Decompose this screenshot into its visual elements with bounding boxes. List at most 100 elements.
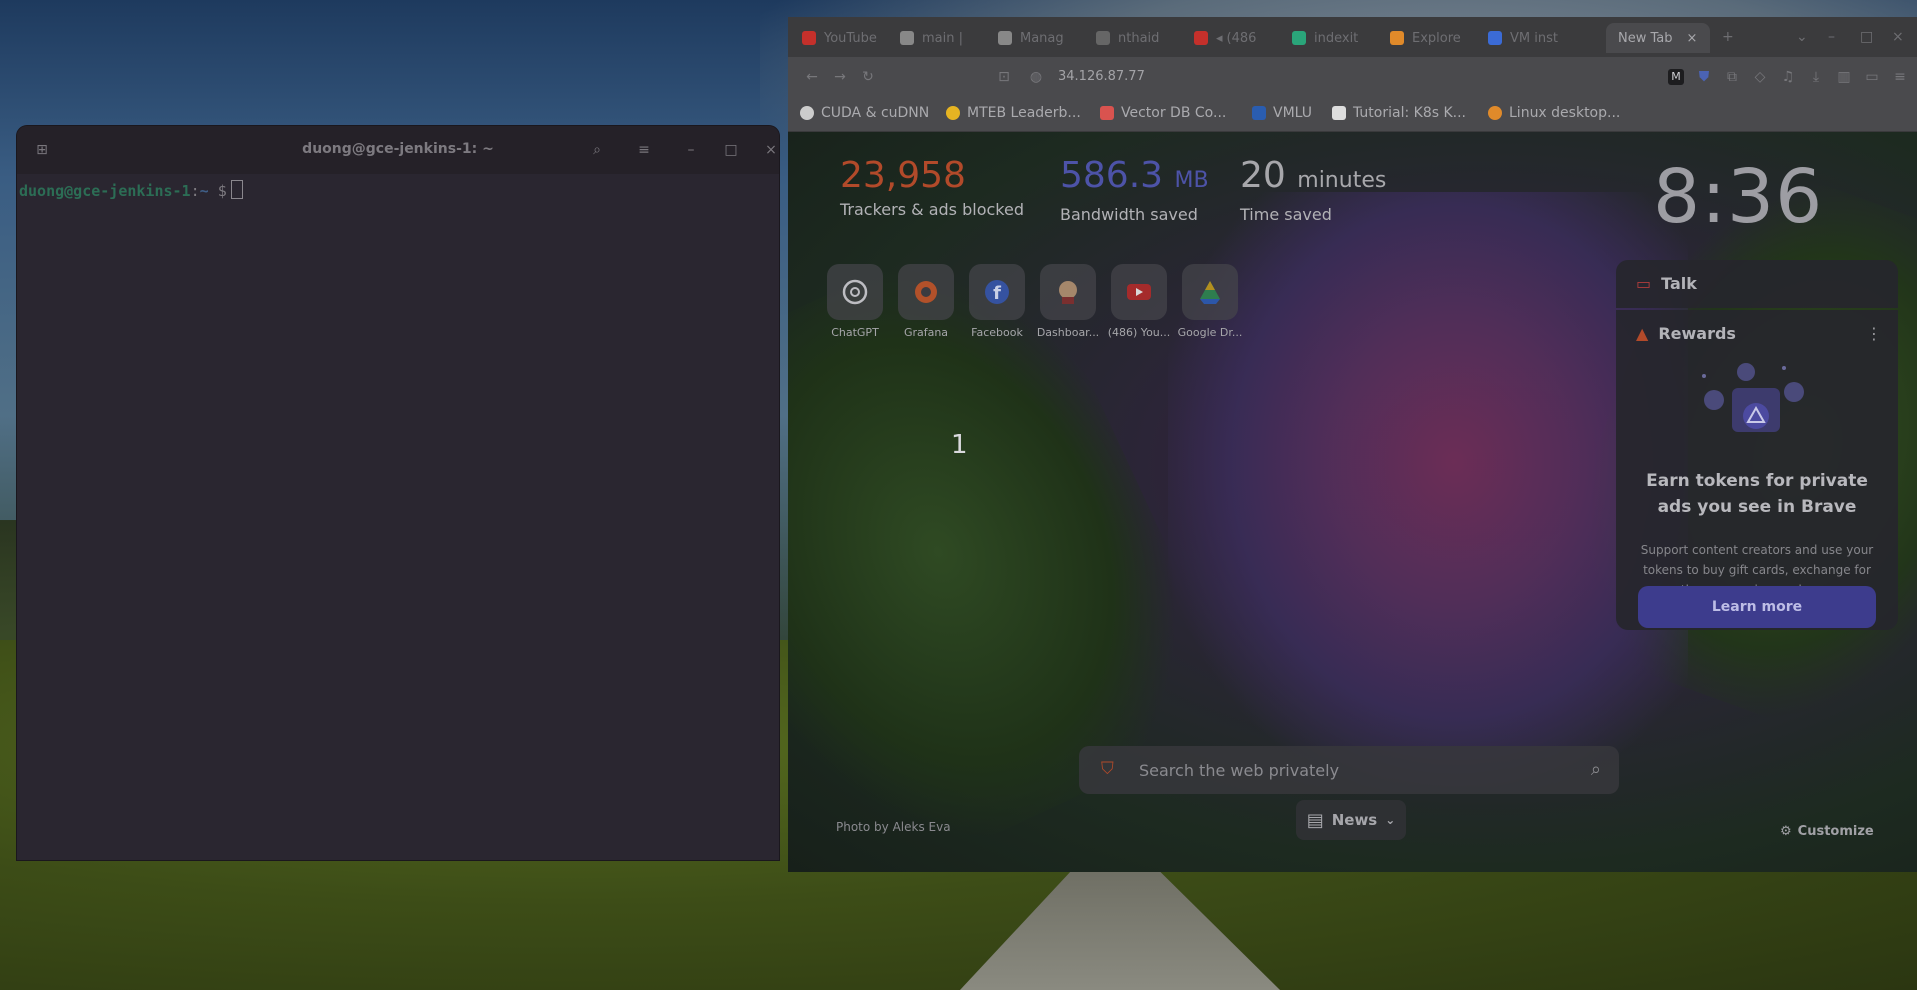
chevron-down-icon: ⌄ — [1385, 813, 1396, 827]
tab-explore[interactable]: Explore — [1380, 23, 1478, 53]
close-icon[interactable]: × — [1687, 31, 1698, 46]
tab-youtube[interactable]: YouTube — [792, 23, 890, 53]
sidebar-icon[interactable]: ▥ — [1836, 69, 1852, 85]
tile-facebook[interactable]: f Facebook — [968, 264, 1026, 339]
more-options-icon[interactable]: ⋮ — [1866, 324, 1882, 343]
github-icon — [900, 31, 914, 45]
brave-shields-icon[interactable]: ⛊ — [1696, 69, 1712, 85]
close-icon[interactable]: × — [1892, 29, 1904, 45]
stat-label: Bandwidth saved — [1060, 205, 1198, 224]
customize-button[interactable]: ⚙ Customize — [1780, 824, 1874, 839]
stat-trackers-blocked: 23,958 Trackers & ads blocked — [840, 154, 1024, 219]
address-bar[interactable]: 34.126.87.77 — [1058, 69, 1145, 84]
youtube-icon — [1194, 31, 1208, 45]
tab-indexit[interactable]: indexit — [1282, 23, 1380, 53]
tile-chatgpt[interactable]: ChatGPT — [826, 264, 884, 339]
stat-value: 23,958 — [840, 155, 966, 196]
search-icon[interactable]: ⌕ — [584, 138, 610, 162]
maximize-icon[interactable]: □ — [718, 138, 744, 162]
tab-new-tab[interactable]: New Tab × — [1606, 23, 1710, 53]
news-label: News — [1331, 811, 1378, 829]
media-icon[interactable]: ♫ — [1780, 69, 1796, 85]
extensions-icon[interactable]: ⧉ — [1724, 69, 1740, 85]
search-box[interactable]: ⛉ Search the web privately ⌕ — [1079, 746, 1619, 794]
site-icon — [1488, 106, 1502, 120]
rewards-illustration-icon — [1702, 363, 1804, 432]
stat-value: 586.3 — [1060, 155, 1164, 196]
stat-label: Time saved — [1240, 205, 1332, 224]
tab-youtube-2[interactable]: ◂ (486 — [1184, 23, 1282, 53]
grafana-icon — [1390, 31, 1404, 45]
bookmark-label: VMLU — [1273, 105, 1313, 121]
tile-label: Google Dr... — [1177, 326, 1243, 339]
browser-window[interactable]: YouTube main | Manag nthaid ◂ (486 indexi… — [788, 17, 1917, 872]
tab-nthaid[interactable]: nthaid — [1086, 23, 1184, 53]
news-button[interactable]: ▤ News ⌄ — [1296, 800, 1406, 840]
tile-label: (486) You... — [1107, 326, 1171, 339]
stat-unit: MB — [1174, 168, 1209, 193]
maximize-icon[interactable]: □ — [1860, 29, 1873, 45]
bookmark-k8s[interactable]: Tutorial: K8s K... — [1332, 105, 1466, 121]
forward-icon[interactable]: → — [832, 69, 848, 85]
bookmark-label: Tutorial: K8s K... — [1353, 105, 1466, 121]
close-icon[interactable]: × — [758, 138, 779, 162]
download-icon[interactable]: ⤓ — [1808, 69, 1824, 85]
terminal-body[interactable]: duong@gce-jenkins-1:~ $ — [17, 174, 779, 206]
brave-lion-icon: ⛉ — [1101, 759, 1114, 779]
site-icon — [1252, 106, 1266, 120]
photo-credit[interactable]: Photo by Aleks Eva — [836, 820, 951, 834]
youtube-icon — [802, 31, 816, 45]
stat-value: 20 — [1240, 155, 1286, 196]
terminal-window[interactable]: ⊞ duong@gce-jenkins-1: ~ ⌕ ≡ – □ × duong… — [17, 126, 779, 860]
toolbar: ← → ↻ ⊡ ◍ 34.126.87.77 M ⛊ ⧉ ◇ ♫ ⤓ ▥ ▭ ≡ — [788, 57, 1917, 97]
tile-google-drive[interactable]: Google Dr... — [1178, 264, 1242, 339]
bat-triangle-icon: ▲ — [1636, 324, 1649, 343]
sliders-icon: ⚙ — [1780, 824, 1792, 839]
search-placeholder: Search the web privately — [1139, 761, 1340, 780]
tab-manage[interactable]: Manag — [988, 23, 1086, 53]
bookmark-linux[interactable]: Linux desktop... — [1488, 105, 1620, 121]
menu-icon[interactable]: ≡ — [1892, 69, 1908, 85]
tile-grafana[interactable]: Grafana — [897, 264, 955, 339]
extension-icon[interactable]: M — [1668, 69, 1684, 85]
tile-youtube[interactable]: (486) You... — [1108, 264, 1170, 339]
menu-icon[interactable]: ≡ — [631, 138, 657, 162]
bookmark-icon[interactable]: ⊡ — [996, 69, 1012, 85]
tab-label: New Tab — [1618, 30, 1673, 46]
rewards-widget: ▲ Rewards ⋮ Earn tokens for private ads y… — [1616, 310, 1898, 630]
minimize-icon[interactable]: – — [678, 138, 704, 162]
learn-more-button[interactable]: Learn more — [1638, 586, 1876, 628]
tab-main[interactable]: main | — [890, 23, 988, 53]
back-icon[interactable]: ← — [804, 69, 820, 85]
tab-label: nthaid — [1118, 30, 1160, 46]
wallet-2-icon[interactable]: ▭ — [1864, 69, 1880, 85]
rewards-title: Earn tokens for private ads you see in B… — [1646, 471, 1868, 517]
talk-widget[interactable]: ▭ Talk — [1616, 260, 1898, 308]
overlay-number: 1 — [951, 430, 968, 460]
tile-jenkins-dashboard[interactable]: Dashboar... — [1037, 264, 1099, 339]
minimize-icon[interactable]: – — [1828, 29, 1835, 45]
terminal-cursor — [230, 180, 243, 199]
tab-label: indexit — [1314, 30, 1359, 46]
tab-label: (486 — [1226, 30, 1257, 46]
facebook-icon: f — [985, 280, 1009, 304]
jenkins-icon — [1059, 281, 1077, 304]
tab-vm-instances[interactable]: VM inst — [1478, 23, 1576, 53]
site-info-icon[interactable]: ◍ — [1028, 69, 1044, 85]
tab-bar: YouTube main | Manag nthaid ◂ (486 indexi… — [788, 17, 1917, 57]
background-photo-flower — [1168, 192, 1688, 792]
video-camera-icon: ▭ — [1636, 274, 1652, 293]
terminal-titlebar[interactable]: ⊞ duong@gce-jenkins-1: ~ ⌕ ≡ – □ × — [17, 126, 779, 174]
bookmark-mteb[interactable]: MTEB Leaderb... — [946, 105, 1081, 121]
wallet-icon[interactable]: ◇ — [1752, 69, 1768, 85]
search-icon[interactable]: ⌕ — [1591, 759, 1601, 780]
tile-label: Dashboar... — [1036, 326, 1100, 339]
new-tab-plus-icon[interactable]: + — [1722, 29, 1734, 45]
prompt-separator: : — [190, 182, 200, 200]
prompt-symbol: $ — [217, 182, 227, 200]
bookmark-vmlu[interactable]: VMLU — [1252, 105, 1312, 121]
bookmark-vectordb[interactable]: Vector DB Co... — [1100, 105, 1226, 121]
tab-search-icon[interactable]: ⌄ — [1796, 29, 1808, 45]
reload-icon[interactable]: ↻ — [860, 69, 876, 85]
bookmark-cuda[interactable]: CUDA & cuDNN — [800, 105, 929, 121]
